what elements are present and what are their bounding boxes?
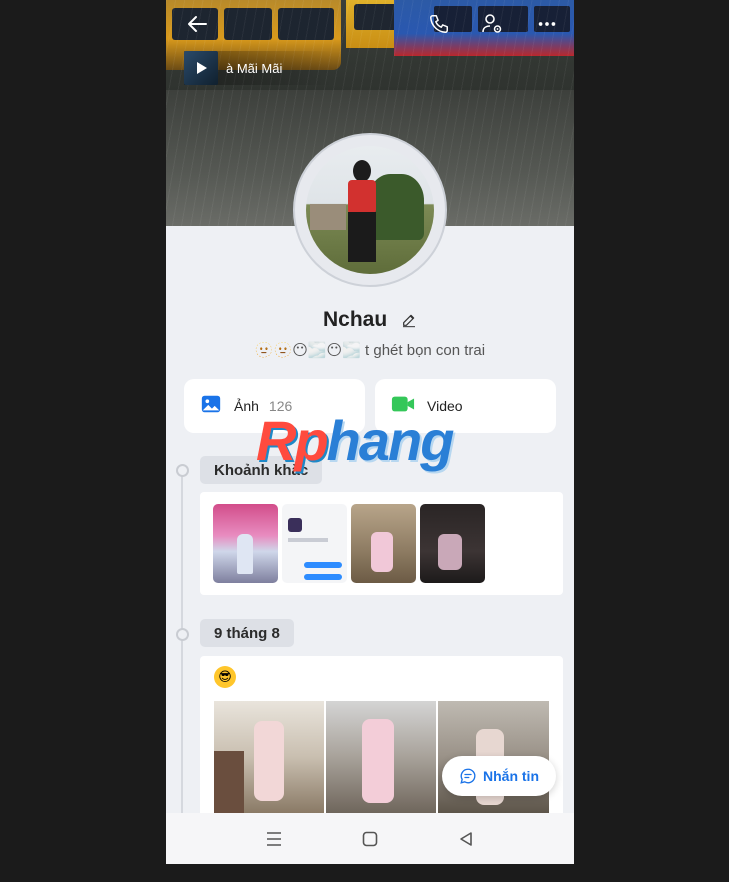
back-arrow-icon[interactable] <box>184 10 212 38</box>
timeline-line <box>181 470 183 864</box>
timeline-dot <box>176 628 189 641</box>
moment-thumbnail[interactable] <box>420 504 485 583</box>
post-emoji: 😎 <box>214 666 236 688</box>
message-label: Nhắn tin <box>483 768 539 784</box>
user-settings-icon[interactable] <box>478 10 506 38</box>
phone-screen: à Mãi Mãi Nchau 🫥🫥😶🌫️😶🌫️ t ghét bọn con … <box>166 0 574 864</box>
avatar-photo <box>306 146 434 274</box>
moment-thumbnail[interactable] <box>282 504 347 583</box>
music-title: à Mãi Mãi <box>226 60 283 76</box>
watermark-logo: Rphang <box>256 409 454 472</box>
post-photo[interactable] <box>214 701 324 813</box>
phone-icon[interactable] <box>425 10 453 38</box>
moments-panel <box>200 492 563 595</box>
message-button[interactable]: Nhắn tin <box>442 756 556 796</box>
profile-status: 🫥🫥😶🌫️😶🌫️ t ghét bọn con trai <box>254 342 486 359</box>
profile-name: Nchau <box>322 308 388 331</box>
home-icon[interactable] <box>355 824 385 854</box>
moment-thumbnail[interactable] <box>351 504 416 583</box>
play-icon <box>197 62 207 74</box>
recent-apps-icon[interactable] <box>259 824 289 854</box>
image-icon <box>200 393 222 420</box>
android-nav-bar <box>166 813 574 864</box>
more-icon[interactable] <box>533 10 561 38</box>
avatar[interactable] <box>293 133 447 287</box>
profile-music-chip[interactable]: à Mãi Mãi <box>184 51 334 85</box>
profile-name-row: Nchau <box>166 308 574 334</box>
chat-bubble-icon <box>460 768 476 784</box>
back-triangle-icon[interactable] <box>451 824 481 854</box>
edit-pencil-icon[interactable] <box>401 310 417 334</box>
timeline-dot <box>176 464 189 477</box>
music-thumbnail <box>184 51 218 85</box>
post-photo[interactable] <box>326 701 436 813</box>
post-date-tag: 9 tháng 8 <box>200 619 294 647</box>
moment-thumbnail[interactable] <box>213 504 278 583</box>
